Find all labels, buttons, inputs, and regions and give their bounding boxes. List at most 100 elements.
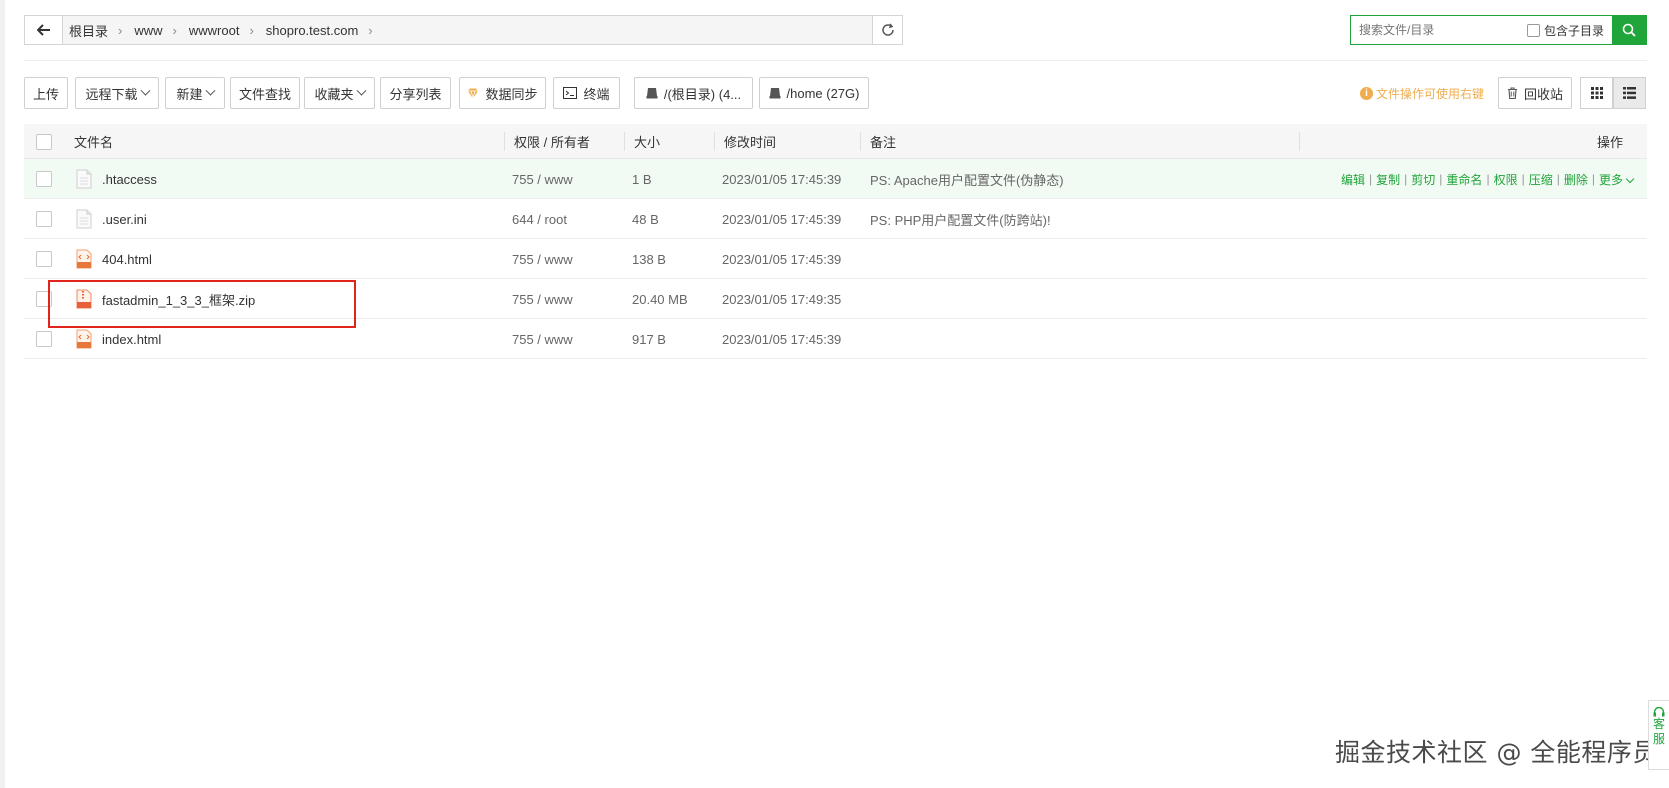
row-checkbox[interactable] bbox=[36, 239, 52, 279]
checkbox-icon bbox=[36, 133, 52, 150]
row-checkbox[interactable] bbox=[36, 199, 52, 239]
header-mtime[interactable]: 修改时间 bbox=[724, 124, 776, 159]
include-subdir-checkbox[interactable]: 包含子目录 bbox=[1527, 22, 1604, 39]
terminal-button[interactable]: 终端 bbox=[553, 77, 620, 109]
remote-download-label: 远程下载 bbox=[85, 86, 138, 102]
cut-link[interactable]: 剪切 bbox=[1411, 171, 1435, 188]
breadcrumb-item-wwwroot[interactable]: wwwroot › bbox=[189, 23, 266, 38]
rename-link[interactable]: 重命名 bbox=[1446, 171, 1482, 188]
file-permission[interactable]: 755 / www bbox=[512, 239, 573, 279]
table-row[interactable]: .htaccess 755 / www 1 B 2023/01/05 17:45… bbox=[24, 159, 1647, 199]
list-view-button[interactable] bbox=[1613, 77, 1646, 109]
breadcrumb-label: 根目录 bbox=[69, 23, 109, 39]
compress-link[interactable]: 压缩 bbox=[1529, 171, 1553, 188]
checkbox-icon bbox=[36, 331, 52, 347]
file-permission[interactable]: 755 / www bbox=[512, 159, 573, 199]
column-divider bbox=[624, 132, 625, 151]
include-subdir-label: 包含子目录 bbox=[1544, 23, 1605, 38]
breadcrumb: 根目录 › www › wwwroot › shopro.test.com › bbox=[63, 16, 872, 44]
disk-icon bbox=[769, 87, 781, 99]
data-sync-label: 数据同步 bbox=[485, 86, 538, 102]
permission-link[interactable]: 权限 bbox=[1494, 171, 1518, 188]
file-mtime: 2023/01/05 17:45:39 bbox=[722, 331, 842, 347]
disk-icon bbox=[646, 87, 658, 99]
row-checkbox[interactable] bbox=[36, 159, 52, 199]
data-sync-button[interactable]: 数据同步 bbox=[459, 77, 546, 109]
service-label-2: 服 bbox=[1652, 732, 1665, 746]
back-button[interactable] bbox=[25, 16, 63, 44]
file-permission[interactable]: 755 / www bbox=[512, 279, 573, 319]
new-button[interactable]: 新建 bbox=[165, 77, 225, 109]
list-icon bbox=[1623, 87, 1636, 99]
more-label: 更多 bbox=[1598, 172, 1623, 187]
file-permission[interactable]: 755 / www bbox=[512, 319, 573, 359]
file-size: 48 B bbox=[632, 211, 659, 227]
separator: | bbox=[1521, 172, 1525, 186]
grid-icon bbox=[1590, 87, 1603, 99]
search-button[interactable] bbox=[1612, 16, 1646, 44]
table-header: 文件名 权限 / 所有者 大小 修改时间 备注 操作 bbox=[24, 124, 1647, 159]
edit-link[interactable]: 编辑 bbox=[1341, 171, 1365, 188]
watermark: 掘金技术社区 @ 全能程序员 bbox=[1335, 738, 1658, 767]
file-note[interactable]: PS: PHP用户配置文件(防跨站)! bbox=[870, 199, 1051, 239]
file-search-button[interactable]: 文件查找 bbox=[230, 77, 300, 109]
favorites-button[interactable]: 收藏夹 bbox=[304, 77, 375, 109]
grid-view-button[interactable] bbox=[1580, 77, 1613, 109]
column-divider bbox=[504, 132, 505, 151]
copy-link[interactable]: 复制 bbox=[1376, 171, 1400, 188]
header-filename[interactable]: 文件名 bbox=[74, 124, 113, 159]
recycle-bin-button[interactable]: 回收站 bbox=[1498, 77, 1572, 109]
more-link[interactable]: 更多 bbox=[1598, 171, 1635, 188]
service-label-1: 客 bbox=[1652, 717, 1665, 731]
breadcrumb-item-site[interactable]: shopro.test.com › bbox=[266, 23, 385, 38]
file-name[interactable]: 404.html bbox=[102, 239, 152, 279]
search-icon bbox=[1622, 23, 1636, 37]
table-row[interactable]: .user.ini 644 / root 48 B 2023/01/05 17:… bbox=[24, 199, 1647, 239]
separator: | bbox=[1556, 172, 1560, 186]
file-search-label: 文件查找 bbox=[238, 86, 291, 102]
file-note[interactable]: PS: Apache用户配置文件(伪静态) bbox=[870, 159, 1064, 199]
file-size: 1 B bbox=[632, 171, 652, 187]
header-permission[interactable]: 权限 / 所有者 bbox=[514, 124, 590, 159]
text-file-icon bbox=[76, 159, 92, 199]
file-name[interactable]: .htaccess bbox=[102, 159, 157, 199]
trash-icon bbox=[1507, 87, 1518, 99]
chevron-down-icon bbox=[1625, 174, 1635, 183]
select-all-checkbox[interactable] bbox=[36, 124, 52, 159]
breadcrumb-item-root[interactable]: 根目录 › bbox=[69, 21, 134, 40]
separator: | bbox=[1591, 172, 1595, 186]
disk-root-button[interactable]: /(根目录) (4... bbox=[634, 77, 753, 109]
separator: | bbox=[1486, 172, 1490, 186]
refresh-button[interactable] bbox=[872, 16, 902, 44]
separator: | bbox=[1404, 172, 1408, 186]
file-mtime: 2023/01/05 17:45:39 bbox=[722, 211, 842, 227]
terminal-label: 终端 bbox=[583, 86, 610, 102]
header-actions: 操作 bbox=[1596, 135, 1623, 150]
separator: | bbox=[1369, 172, 1373, 186]
share-list-button[interactable]: 分享列表 bbox=[380, 77, 451, 109]
disk-home-button[interactable]: /home (27G) bbox=[759, 77, 869, 109]
file-mtime: 2023/01/05 17:45:39 bbox=[722, 171, 842, 187]
right-click-hint: i 文件操作可使用右键 bbox=[1360, 85, 1484, 102]
search-input[interactable] bbox=[1351, 17, 1521, 43]
column-divider bbox=[714, 132, 715, 151]
file-permission[interactable]: 644 / root bbox=[512, 199, 567, 239]
header-size[interactable]: 大小 bbox=[634, 124, 660, 159]
breadcrumb-item-www[interactable]: www › bbox=[134, 23, 189, 38]
column-divider bbox=[860, 132, 861, 151]
headset-icon bbox=[1653, 707, 1665, 717]
favorites-label: 收藏夹 bbox=[314, 86, 354, 102]
divider bbox=[24, 60, 1647, 61]
text-file-icon bbox=[76, 199, 92, 239]
customer-service-tab[interactable]: 客 服 bbox=[1648, 700, 1669, 770]
chevron-down-icon bbox=[356, 85, 366, 96]
upload-button[interactable]: 上传 bbox=[24, 77, 68, 109]
remote-download-button[interactable]: 远程下载 bbox=[75, 77, 159, 109]
file-name[interactable]: .user.ini bbox=[102, 199, 147, 239]
arrow-left-icon bbox=[36, 24, 50, 36]
disk-home-label: /home (27G) bbox=[786, 85, 860, 101]
left-edge bbox=[0, 0, 5, 788]
table-row[interactable]: 404.html 755 / www 138 B 2023/01/05 17:4… bbox=[24, 239, 1647, 279]
delete-link[interactable]: 删除 bbox=[1564, 171, 1588, 188]
breadcrumb-label: wwwroot bbox=[188, 22, 240, 38]
